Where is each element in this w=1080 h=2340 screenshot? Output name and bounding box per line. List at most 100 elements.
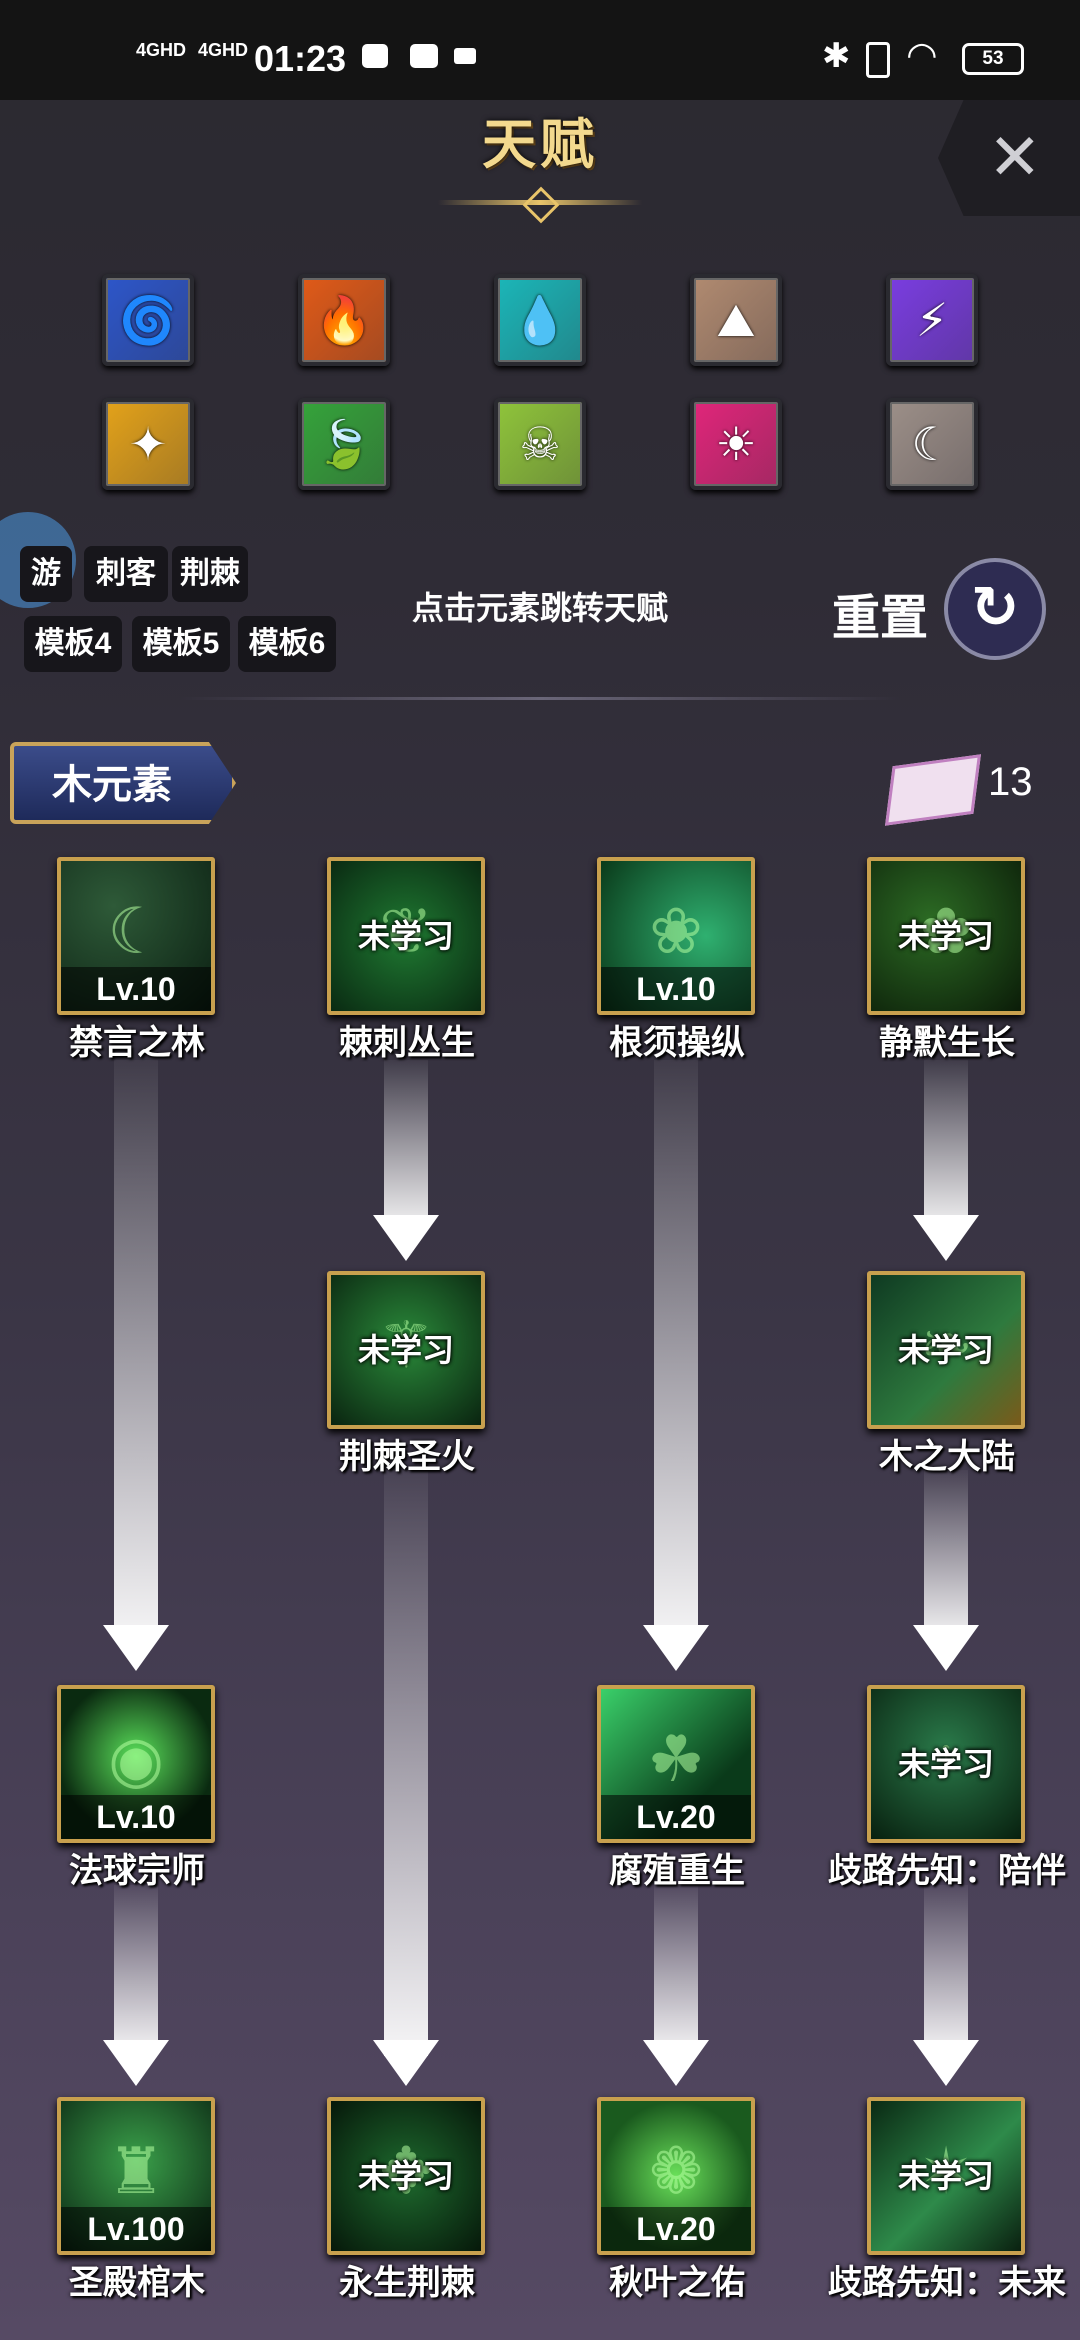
element-poison-button[interactable]: ☠ — [494, 398, 586, 490]
title-ornament-diamond — [522, 186, 560, 224]
signal-1-label: 4GHD — [136, 40, 187, 60]
lightning-icon: ⚡ — [915, 294, 949, 346]
element-wind-button[interactable]: 🌀 — [102, 274, 194, 366]
signal-2-label: 4GHD — [198, 40, 249, 60]
page-title: 天赋 — [482, 115, 598, 175]
talent-node-5[interactable]: ⚚ 未学习 — [327, 1271, 485, 1429]
element-earth-button[interactable]: ⛰ — [690, 274, 782, 366]
talent-state: 未学习 — [357, 2158, 454, 2194]
talent-name: 腐殖重生 — [609, 1852, 745, 1890]
element-light-button[interactable]: ✦ — [102, 398, 194, 490]
arrow-head — [913, 1215, 979, 1261]
talent-node-6[interactable]: ❧ 未学习 — [867, 1271, 1025, 1429]
template-chip-5[interactable]: 模板5 — [132, 616, 230, 672]
arrow-shaft — [114, 1885, 158, 2055]
arrow-shaft — [924, 1885, 968, 2055]
talent-state: 未学习 — [897, 918, 994, 954]
element-fire-button[interactable]: 🔥 — [298, 274, 390, 366]
arrow-head — [373, 1215, 439, 1261]
element-sun-button[interactable]: ☀ — [690, 398, 782, 490]
bluetooth-icon: ✱ — [822, 37, 851, 75]
element-wood-button[interactable]: 🍃 — [298, 398, 390, 490]
talent-state: 未学习 — [897, 1332, 994, 1368]
talent-name: 木之大陆 — [879, 1438, 1015, 1476]
talent-level: Lv.10 — [61, 967, 211, 1011]
reset-label[interactable]: 重置 — [832, 578, 928, 648]
arrow-shaft — [384, 1060, 428, 1230]
wifi-icon: ◠ — [908, 34, 936, 75]
divider — [180, 697, 900, 700]
talent-name: 根须操纵 — [609, 1024, 745, 1062]
arrow-head — [643, 2040, 709, 2086]
arrow-head — [103, 2040, 169, 2086]
arrow-shaft — [654, 1885, 698, 2055]
arrow-shaft — [924, 1060, 968, 1230]
talent-state: 未学习 — [897, 2158, 994, 2194]
talent-name: 静默生长 — [879, 1024, 1015, 1062]
talent-name: 歧路先知：未来 — [828, 2264, 1066, 2302]
arrow-head — [913, 2040, 979, 2086]
arrow-shaft — [654, 1060, 698, 1640]
talent-node-13[interactable]: ✶ 未学习 — [867, 2097, 1025, 2255]
battery-indicator: 53 — [962, 43, 1024, 75]
reset-button[interactable]: ↻ — [944, 558, 1046, 660]
talent-name: 荆棘圣火 — [339, 1438, 475, 1476]
talent-level: Lv.20 — [601, 1795, 751, 1839]
talent-node-2[interactable]: ❦ 未学习 — [327, 857, 485, 1015]
fire-icon: 🔥 — [315, 294, 373, 346]
talent-state: 未学习 — [357, 1332, 454, 1368]
element-name: 木元素 — [52, 763, 172, 807]
talent-points-count: 13 — [988, 760, 1033, 804]
talent-name: 圣殿棺木 — [69, 2264, 205, 2302]
arrow-head — [103, 1625, 169, 1671]
message-icon — [362, 44, 388, 68]
talent-point-ticket-icon — [885, 754, 981, 826]
talent-node-7[interactable]: ◉ Lv.10 — [57, 1685, 215, 1843]
refresh-icon: ↻ — [970, 575, 1020, 640]
talent-node-10[interactable]: ♜ Lv.100 — [57, 2097, 215, 2255]
element-water-button[interactable]: 💧 — [494, 274, 586, 366]
talent-name: 永生荆棘 — [339, 2264, 475, 2302]
talent-name: 棘刺丛生 — [339, 1024, 475, 1062]
hint-text: 点击元素跳转天赋 — [411, 590, 668, 626]
talent-name: 歧路先知：陪伴 — [828, 1852, 1066, 1890]
template-chip-4[interactable]: 模板4 — [24, 616, 122, 672]
talent-node-1[interactable]: ☾ Lv.10 — [57, 857, 215, 1015]
talent-level: Lv.10 — [601, 967, 751, 1011]
app-notification-icon — [410, 44, 438, 68]
arrow-head — [373, 2040, 439, 2086]
close-icon[interactable]: ✕ — [988, 120, 1042, 195]
talent-node-11[interactable]: ✥ 未学习 — [327, 2097, 485, 2255]
element-moon-button[interactable]: ☾ — [886, 398, 978, 490]
talent-name: 秋叶之佑 — [609, 2264, 745, 2302]
talent-node-12[interactable]: ❁ Lv.20 — [597, 2097, 755, 2255]
arrow-shaft — [384, 1470, 428, 2056]
template-chip-assassin[interactable]: 刺客 — [84, 546, 168, 602]
talent-node-9[interactable]: ♆ 未学习 — [867, 1685, 1025, 1843]
talent-level: Lv.10 — [61, 1795, 211, 1839]
clock: 01:23 — [254, 38, 347, 79]
talent-state: 未学习 — [897, 1746, 994, 1782]
talent-node-3[interactable]: ❀ Lv.10 — [597, 857, 755, 1015]
water-drop-icon: 💧 — [511, 294, 569, 346]
talent-level: Lv.20 — [601, 2207, 751, 2251]
status-bar: 4GHD 4GHD 01:23 ✱ ◠ 53 — [0, 0, 1080, 100]
arrow-head — [643, 1625, 709, 1671]
vibrate-icon — [866, 42, 890, 78]
sun-icon: ☀ — [715, 418, 757, 470]
talent-name: 法球宗师 — [69, 1852, 205, 1890]
template-chip-1[interactable]: 游 — [20, 546, 72, 602]
earth-icon: ⛰ — [716, 294, 756, 346]
talent-node-4[interactable]: ✿ 未学习 — [867, 857, 1025, 1015]
element-lightning-button[interactable]: ⚡ — [886, 274, 978, 366]
poison-skull-icon: ☠ — [519, 418, 561, 470]
whirlwind-icon: 🌀 — [119, 294, 177, 346]
arrow-shaft — [924, 1470, 968, 1640]
template-chip-thorns[interactable]: 荆棘 — [172, 546, 248, 602]
talent-node-8[interactable]: ☘ Lv.20 — [597, 1685, 755, 1843]
talent-name: 禁言之林 — [69, 1024, 205, 1062]
arrow-head — [913, 1625, 979, 1671]
template-chip-6[interactable]: 模板6 — [238, 616, 336, 672]
video-icon — [454, 48, 476, 64]
leaf-icon: 🍃 — [315, 418, 373, 470]
